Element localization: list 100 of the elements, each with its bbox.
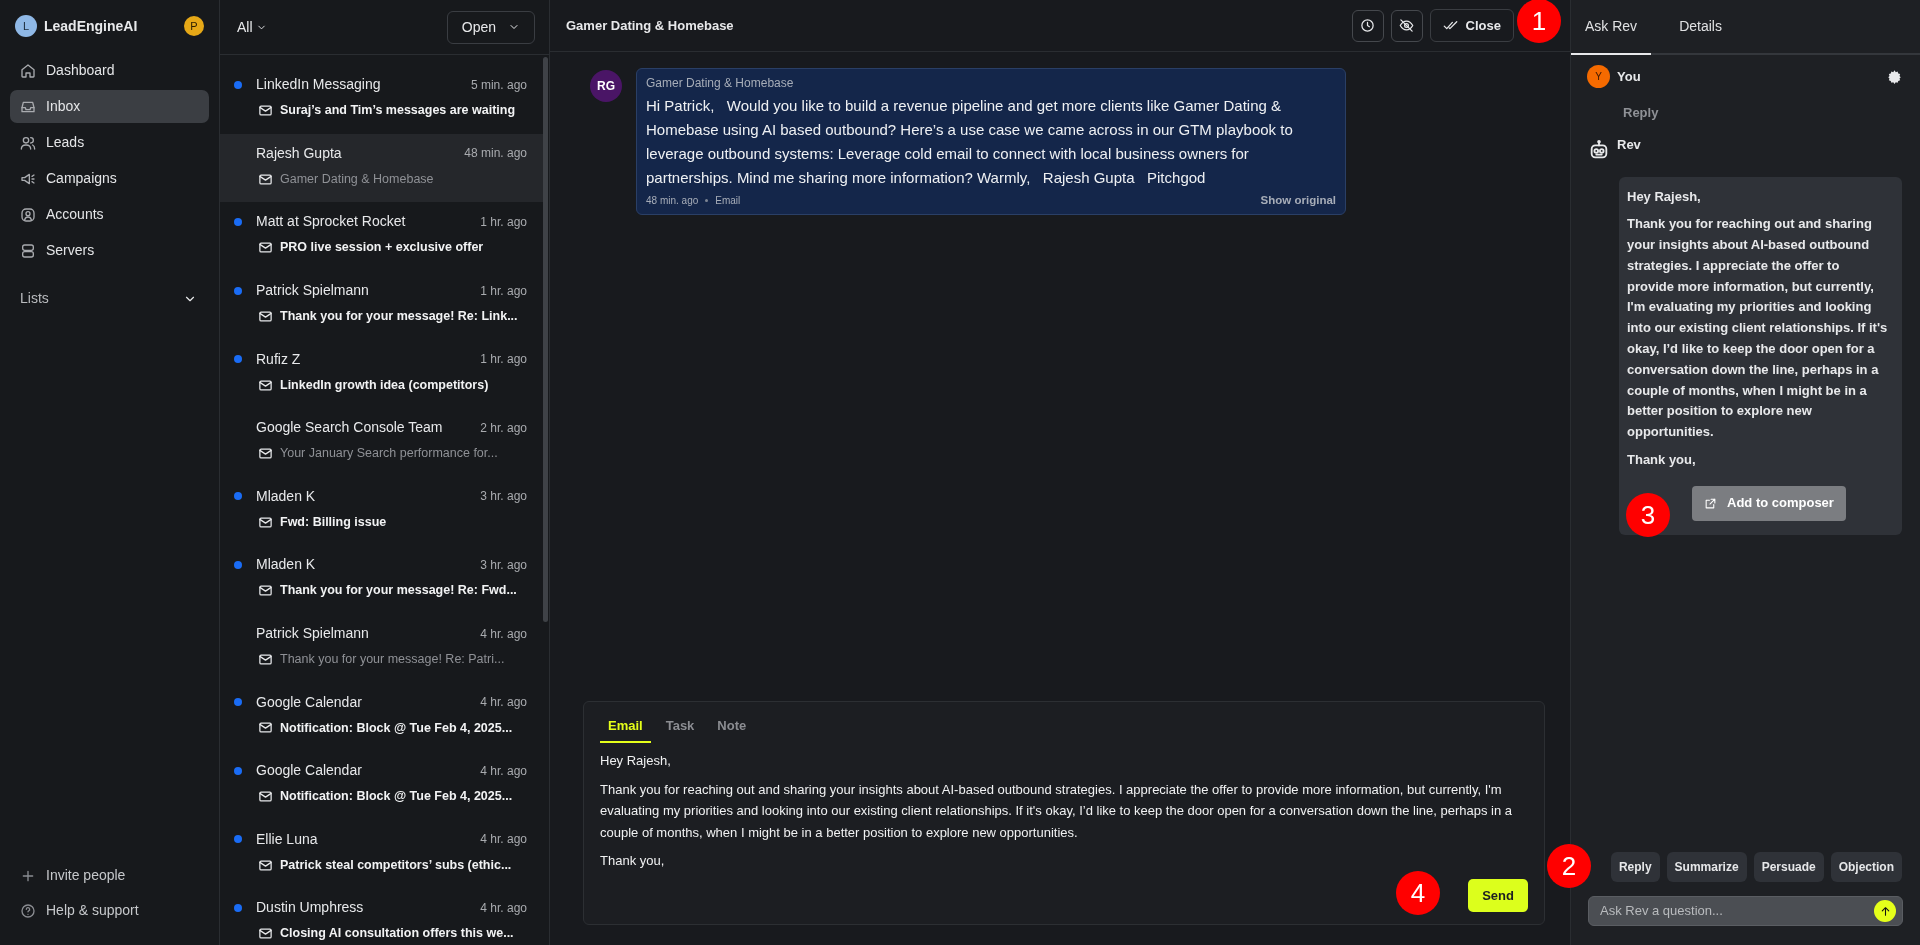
subject-line: Gamer Dating & Homebase — [280, 170, 434, 188]
add-to-composer-button[interactable]: Add to composer — [1692, 485, 1846, 521]
filter-dropdown[interactable]: All — [236, 15, 269, 39]
unread-dot — [234, 766, 242, 775]
scrollbar-thumb[interactable] — [543, 57, 548, 623]
subject-line: Fwd: Billing issue — [280, 513, 387, 531]
robot-icon — [1588, 138, 1610, 161]
send-button[interactable]: Send — [1468, 878, 1528, 912]
composer-tab[interactable]: Email — [600, 711, 651, 744]
step-marker: 1 — [1517, 0, 1561, 43]
sender-name: Google Search Console Team — [256, 418, 444, 438]
thread-item[interactable]: Google Search Console Team 2 hr. ago Your January Search performance for... — [220, 408, 543, 477]
show-original-link[interactable]: Show original — [1260, 192, 1336, 210]
nav-item[interactable]: Dashboard — [10, 54, 209, 87]
eye-slash-icon — [1399, 18, 1415, 33]
suggestion-chip[interactable]: Summarize — [1666, 852, 1747, 882]
thread-item[interactable]: Matt at Sprocket Rocket 1 hr. ago PRO live session + exclusive offer — [220, 202, 543, 272]
server-icon — [20, 242, 36, 259]
unread-dot — [234, 80, 242, 89]
mail-icon — [258, 240, 273, 256]
timestamp: 4 hr. ago — [480, 625, 527, 643]
user-avatar[interactable]: P — [184, 16, 204, 36]
timestamp: 5 min. ago — [470, 76, 527, 94]
help-icon — [20, 902, 36, 919]
send-question-button[interactable] — [1874, 900, 1896, 922]
sender-name: Patrick Spielmann — [256, 281, 370, 301]
nav-item[interactable]: Campaigns — [10, 162, 209, 195]
nav-item[interactable]: Servers — [10, 234, 209, 267]
unread-dot — [234, 217, 242, 226]
subject-line: Thank you for your message! Re: Patri... — [280, 651, 505, 668]
hide-button[interactable] — [1390, 9, 1423, 42]
prompt-text: Reply — [1622, 104, 1660, 122]
thread-item[interactable]: Google Calendar 4 hr. ago Notification: Block @ Tue Feb 4, 2025... — [220, 751, 543, 820]
sender-name: Rajesh Gupta — [256, 143, 343, 163]
nav-item[interactable]: Inbox — [10, 90, 209, 123]
nav-item[interactable]: Invite people — [10, 859, 209, 892]
brand-avatar: L — [15, 15, 37, 37]
mail-icon — [258, 720, 273, 736]
mail-icon — [258, 583, 273, 599]
sender-name: LinkedIn Messaging — [256, 75, 382, 95]
timestamp: 4 hr. ago — [480, 899, 527, 917]
nav-item[interactable]: Leads — [10, 126, 209, 159]
suggestion-chip[interactable]: Persuade — [1753, 852, 1824, 882]
thread-item[interactable]: LinkedIn Messaging 5 min. ago Suraj’s and Tim’s messages are waiting — [220, 65, 543, 134]
snooze-button[interactable] — [1351, 9, 1384, 42]
home-icon — [20, 62, 36, 79]
subject-line: Notification: Block @ Tue Feb 4, 2025... — [280, 719, 513, 737]
sender-name: Patrick Spielmann — [256, 624, 370, 643]
timestamp: 3 hr. ago — [480, 556, 527, 574]
thread-item[interactable]: Ellie Luna 4 hr. ago Patrick steal competitors’ subs (ethic... — [220, 819, 543, 889]
question-input[interactable]: Ask Rev a question... — [1598, 900, 1874, 922]
suggestion-chip[interactable]: Reply — [1610, 852, 1660, 882]
unread-dot — [234, 492, 242, 501]
subject-line: Patrick steal competitors’ subs (ethic... — [280, 856, 512, 874]
message-body: Hi Patrick, Would you like to build a revenue pipeline and get more clients like Gamer Dating & Homebase using AI based outbound? Here’s a use case we came across in our GTM playbook to leverage outbound systems: Leverage cold email to connect with local business owners for partnerships. Mind me sharing more information? Warmly, Rajesh Gupta Pitchgod — [646, 96, 1294, 188]
thread-item[interactable]: Mladen K 3 hr. ago Thank you for your message! Re: Fwd... — [220, 545, 543, 614]
subject-line: LinkedIn growth idea (competitors) — [280, 376, 489, 394]
message-subject: Gamer Dating & Homebase — [646, 75, 795, 92]
thread-item[interactable]: Patrick Spielmann 4 hr. ago Thank you for your message! Re: Patri... — [220, 614, 543, 683]
thread-item[interactable]: Google Calendar 4 hr. ago Notification: Block @ Tue Feb 4, 2025... — [220, 682, 543, 752]
ask-field[interactable]: Ask Rev a question... — [1588, 896, 1903, 926]
sender-name: Mladen K — [256, 555, 317, 575]
mail-icon — [258, 651, 273, 667]
sender-name: Ellie Luna — [256, 829, 319, 849]
reply-paragraph: Hey Rajesh, — [1627, 187, 1702, 206]
mail-icon — [258, 103, 273, 119]
mail-icon — [258, 446, 273, 462]
thread-item[interactable]: Rufiz Z 1 hr. ago LinkedIn growth idea (competitors) — [220, 339, 543, 409]
section-label: Lists — [20, 289, 49, 308]
author-name: Rev — [1617, 135, 1641, 154]
nav-item[interactable]: Help & support — [10, 894, 209, 927]
thread-item[interactable]: Dustin Umphress 4 hr. ago Closing AI consultation offers this we... — [220, 888, 543, 945]
mail-icon — [258, 171, 273, 187]
sender-name: Google Calendar — [256, 761, 363, 781]
timestamp: 4 hr. ago — [480, 762, 527, 780]
thread-item[interactable]: Mladen K 3 hr. ago Fwd: Billing issue — [220, 476, 543, 546]
status-dropdown[interactable]: Open — [446, 10, 535, 44]
mail-icon — [258, 377, 273, 393]
nav-item[interactable]: Accounts — [10, 198, 209, 231]
suggestion-chip[interactable]: Objection — [1830, 852, 1902, 882]
user-avatar: Y — [1587, 65, 1610, 88]
composer-tab[interactable]: Task — [657, 711, 703, 744]
step-marker: 2 — [1547, 844, 1591, 888]
composer-tab[interactable]: Note — [709, 711, 755, 744]
thread-item[interactable]: Patrick Spielmann 1 hr. ago Thank you for your message! Re: Link... — [220, 271, 543, 340]
subject-line: Notification: Block @ Tue Feb 4, 2025... — [280, 788, 513, 806]
mail-icon — [258, 308, 273, 324]
close-button[interactable]: Close — [1429, 8, 1514, 43]
panel-tab[interactable]: Details — [1665, 0, 1736, 55]
timestamp: 48 min. ago — [464, 145, 527, 163]
conversation-title: Gamer Dating & Homebase — [566, 16, 734, 35]
thread-item[interactable]: Rajesh Gupta 48 min. ago Gamer Dating & Homebase — [220, 133, 543, 203]
timestamp: 1 hr. ago — [480, 282, 527, 300]
unread-dot — [234, 355, 242, 364]
subject-line: Thank you for your message! Re: Link... — [280, 308, 518, 326]
separator-dot — [705, 199, 709, 203]
panel-tab[interactable]: Ask Rev — [1571, 0, 1652, 55]
channel-label: Email — [715, 194, 742, 209]
timestamp: 4 hr. ago — [480, 831, 527, 849]
reply-paragraph: Thank you, — [1627, 451, 1697, 470]
